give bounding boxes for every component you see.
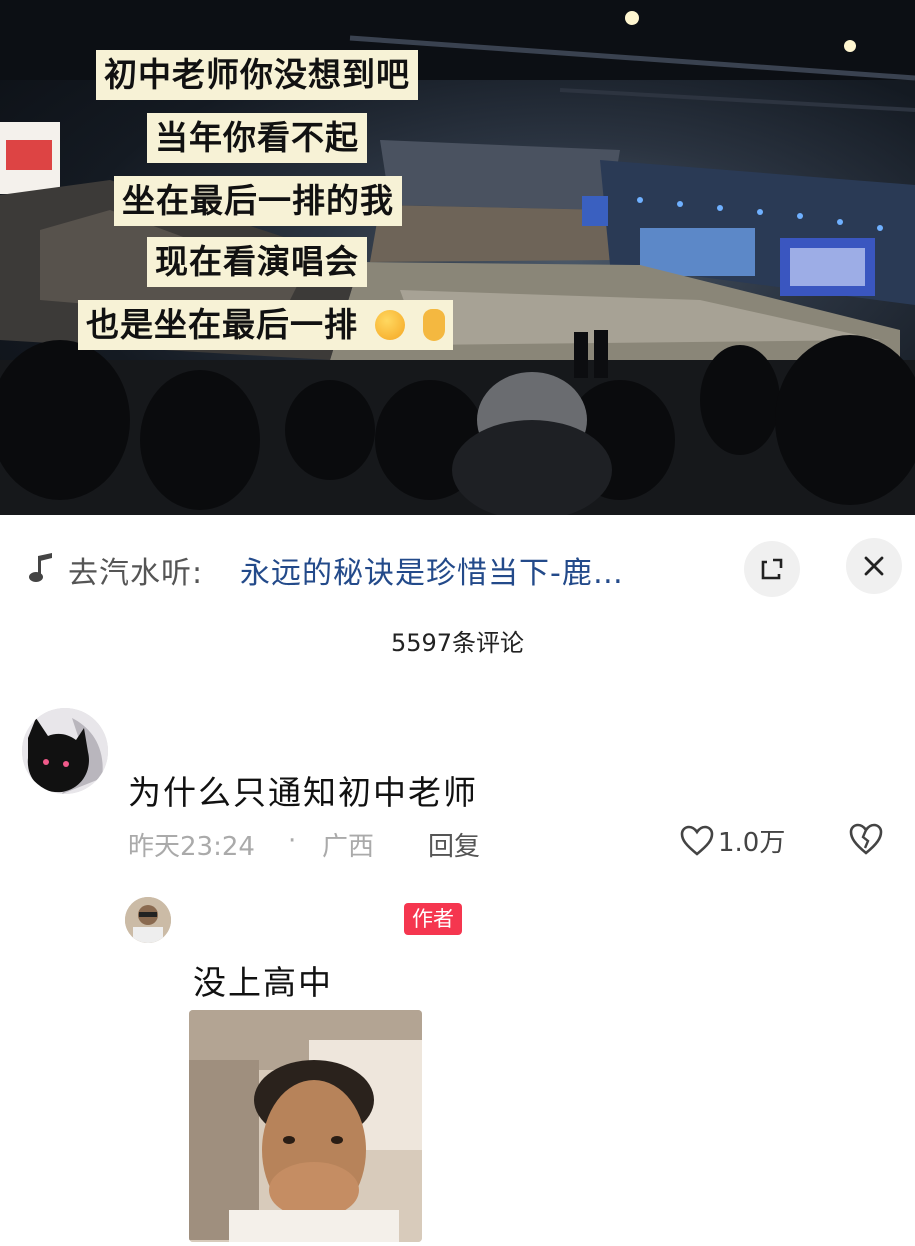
- meta-separator: ·: [288, 826, 297, 856]
- expand-button[interactable]: [744, 541, 800, 597]
- comment-text: 为什么只通知初中老师: [128, 773, 478, 812]
- music-song-link[interactable]: 永远的秘诀是珍惜当下-鹿…: [240, 548, 624, 592]
- caption-line-3: 坐在最后一排的我: [114, 176, 402, 226]
- expand-icon: [761, 558, 783, 580]
- smiling-face-with-hearts-icon: [374, 310, 405, 340]
- heart-icon: [680, 825, 714, 856]
- close-button[interactable]: [846, 538, 902, 594]
- reply-button[interactable]: 回复: [428, 826, 480, 863]
- caption-line-1: 初中老师你没想到吧: [96, 50, 418, 100]
- like-count: 1.0万: [718, 828, 786, 858]
- reply-avatar[interactable]: [125, 897, 171, 943]
- avatar[interactable]: [22, 708, 108, 794]
- ok-hand-icon: [423, 309, 445, 341]
- music-note-icon: [29, 553, 52, 582]
- caption-line-5-text: 也是坐在最后一排: [86, 305, 358, 344]
- reply-image[interactable]: [189, 1010, 422, 1242]
- comment-time: 昨天23:24: [128, 832, 255, 862]
- caption-line-5: 也是坐在最后一排: [78, 300, 453, 350]
- music-source-label: 去汽水听:: [68, 556, 204, 591]
- close-icon: [864, 556, 884, 576]
- caption-line-3-text: 坐在最后一排的我: [122, 181, 394, 220]
- comment-count: 5597条评论: [390, 629, 525, 657]
- like-button[interactable]: 1.0万: [680, 822, 785, 859]
- black-cat-avatar-image: [22, 708, 108, 794]
- caption-line-4-text: 现在看演唱会: [155, 242, 359, 281]
- caption-line-4: 现在看演唱会: [147, 237, 367, 287]
- caption-line-2: 当年你看不起: [147, 113, 367, 163]
- caption-line-2-text: 当年你看不起: [155, 118, 359, 157]
- girl-covering-mouth-photo: [189, 1010, 422, 1242]
- comment-location: 广西: [322, 832, 375, 862]
- caption-line-1-text: 初中老师你没想到吧: [104, 55, 410, 94]
- reply-avatar-image: [125, 897, 171, 943]
- broken-heart-icon: [849, 823, 883, 855]
- post-photo[interactable]: 初中老师你没想到吧 当年你看不起 坐在最后一排的我 现在看演唱会 也是坐在最后一…: [0, 0, 915, 515]
- dislike-button[interactable]: [848, 822, 884, 860]
- reply-text: 没上高中: [193, 963, 333, 1002]
- author-badge: 作者: [404, 903, 462, 935]
